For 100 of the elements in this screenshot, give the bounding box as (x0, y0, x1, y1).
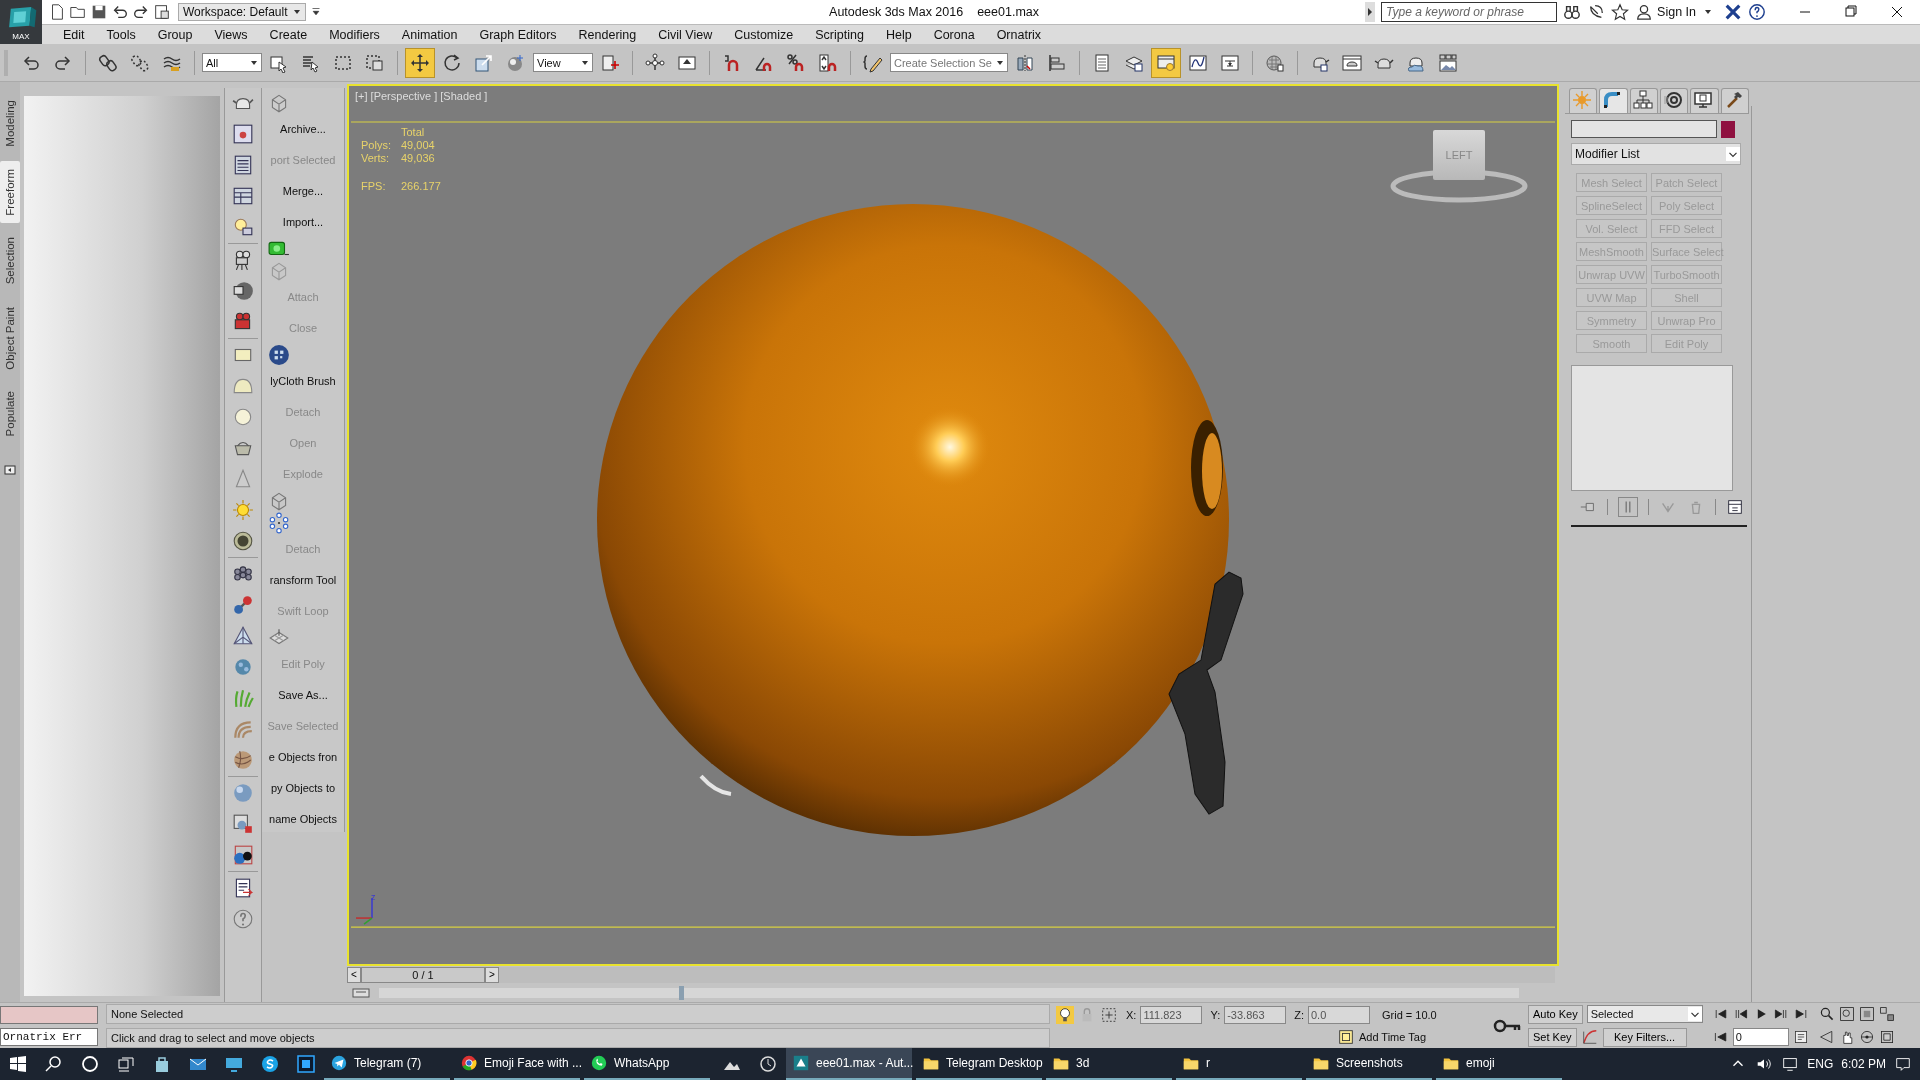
object-color-swatch[interactable] (1721, 120, 1735, 138)
notification-icon[interactable] (1894, 1055, 1912, 1073)
taskbar-app[interactable]: Telegram (7) (324, 1048, 450, 1080)
taskbar-app[interactable]: eee01.max - Aut... (786, 1048, 912, 1080)
chevron-icon[interactable] (1726, 147, 1740, 162)
list-panel-icon[interactable] (232, 154, 254, 177)
project-folder-icon[interactable] (153, 3, 171, 21)
hierarchy-icon[interactable] (1629, 88, 1658, 114)
toolbar-dropdown[interactable]: View (533, 53, 593, 73)
redo-icon[interactable] (132, 3, 150, 21)
ribbon-command[interactable]: name Objects (269, 804, 337, 836)
current-frame-field[interactable]: 0 (1732, 1028, 1789, 1047)
help-icon[interactable] (1748, 3, 1766, 21)
menu-item[interactable]: Modifiers (318, 27, 391, 42)
dot-ring-icon[interactable] (268, 512, 290, 535)
menu-item[interactable]: Customize (723, 27, 805, 42)
move-arrows-icon[interactable] (405, 47, 435, 78)
key-tangent-icon[interactable] (1580, 1028, 1599, 1047)
menu-item[interactable]: Tools (95, 27, 147, 42)
caret-icon[interactable] (996, 58, 1004, 67)
qr-badge-icon[interactable] (268, 344, 290, 367)
caret-icon[interactable] (1704, 8, 1712, 16)
track-bar[interactable] (379, 988, 1519, 999)
caret-icon[interactable] (581, 58, 589, 67)
target-icon[interactable] (1660, 88, 1689, 114)
save-icon[interactable] (90, 3, 108, 21)
menu-item[interactable]: Edit (52, 27, 96, 42)
menu-item[interactable]: Animation (390, 27, 469, 42)
taskbar-app[interactable]: r (1176, 1048, 1302, 1080)
time-slider[interactable]: < 0 / 1 > (347, 967, 1555, 984)
sign-in-button[interactable]: Sign In (1635, 3, 1718, 21)
taskbar-app[interactable]: Screenshots (1306, 1048, 1432, 1080)
menu-item[interactable]: Ornatrix (985, 27, 1053, 42)
orbit-icon[interactable] (1858, 1029, 1875, 1046)
ribbon-command[interactable]: py Objects to (270, 773, 336, 805)
workspace-dropdown[interactable]: Workspace: Default (178, 3, 306, 21)
isolate-bulb-icon[interactable] (1056, 1005, 1074, 1024)
search-field[interactable]: Type a keyword or phrase (1381, 2, 1558, 22)
menu-item[interactable]: Corona (922, 27, 986, 42)
yarn-ball-icon[interactable] (232, 749, 254, 772)
key-mode-dropdown[interactable]: Selected (1586, 1005, 1703, 1024)
render-window-icon[interactable] (232, 123, 254, 146)
app-logo[interactable]: MAX (0, 0, 42, 44)
person-icon[interactable] (1635, 3, 1654, 21)
window-bulb-icon[interactable] (1151, 47, 1181, 78)
menu-item[interactable]: Civil View (647, 27, 724, 42)
taskbar-app[interactable]: WhatsApp (584, 1048, 710, 1080)
key-filters-button[interactable]: Key Filters... (1602, 1027, 1687, 1047)
menu-item[interactable]: Rendering (567, 27, 648, 42)
absolute-mode-icon[interactable] (1100, 1005, 1118, 1024)
toolbar-dropdown[interactable]: All (202, 53, 262, 73)
undo-icon[interactable] (111, 3, 129, 21)
ribbon-command[interactable]: Merge... (282, 176, 324, 208)
object-name-field[interactable] (1571, 120, 1717, 139)
star-icon[interactable] (1611, 3, 1630, 21)
previous-frame-button[interactable]: < (347, 967, 361, 984)
taskbar-app[interactable]: Emoji Face with ... (454, 1048, 580, 1080)
zoom-extents-all-icon[interactable] (1878, 1006, 1895, 1023)
ribbon-command[interactable]: ransform Tool (269, 565, 337, 597)
ribbon-command[interactable]: Import... (282, 207, 324, 239)
zoom-all-icon[interactable] (1838, 1006, 1855, 1023)
caret-icon[interactable] (250, 58, 258, 67)
toolbar-dropdown[interactable]: Create Selection Se (890, 53, 1008, 73)
language-indicator[interactable]: ENG (1807, 1057, 1834, 1071)
taskbar-app[interactable]: 3d (1046, 1048, 1172, 1080)
next-frame-button[interactable]: > (485, 967, 499, 984)
camera-sphere-icon[interactable] (232, 280, 254, 303)
menu-item[interactable]: Help (874, 27, 923, 42)
spheres-frame-icon[interactable] (232, 844, 254, 867)
ribbon-tab[interactable]: Object Paint (0, 298, 20, 378)
menu-item[interactable]: Views (203, 27, 259, 42)
taskbar-app[interactable]: Telegram Desktop (916, 1048, 1042, 1080)
zoom-icon[interactable] (1818, 1006, 1835, 1023)
set-key-button[interactable]: Set Key (1528, 1027, 1577, 1047)
time-tag-icon[interactable] (1336, 1027, 1355, 1046)
auto-key-button[interactable]: Auto Key (1528, 1004, 1583, 1024)
chevron-icon[interactable] (1687, 1007, 1702, 1022)
modifier-list-dropdown[interactable]: Modifier List (1571, 143, 1741, 166)
ribbon-tab[interactable]: Freeform (0, 160, 20, 224)
ribbon-tab[interactable]: Modeling (0, 92, 20, 155)
maximize-viewport-icon[interactable] (1878, 1029, 1895, 1046)
ribbon-tab[interactable]: Populate (0, 383, 20, 445)
menu-item[interactable]: Group (146, 27, 204, 42)
ribbon-tab[interactable]: Selection (0, 229, 20, 293)
field-of-view-icon[interactable] (1818, 1029, 1835, 1046)
caret-icon[interactable] (293, 8, 301, 16)
monitor-icon[interactable] (1690, 88, 1719, 114)
z-coordinate-field[interactable]: 0.0 (1308, 1005, 1370, 1024)
script-listener-field[interactable]: Ornatrix Err (0, 1027, 98, 1046)
menu-item[interactable]: Scripting (804, 27, 875, 42)
menu-item[interactable]: Create (258, 27, 319, 42)
ribbon-command[interactable]: e Objects fron (268, 742, 338, 774)
hammer-icon[interactable] (1720, 88, 1749, 114)
add-time-tag-button[interactable]: Add Time Tag (1358, 1030, 1426, 1043)
y-coordinate-field[interactable]: -33.863 (1224, 1005, 1287, 1024)
exchange-x-icon[interactable] (1724, 3, 1742, 21)
ring-icon[interactable] (232, 530, 254, 553)
track-bar-icon[interactable] (351, 987, 371, 1000)
taskbar-app[interactable]: emoji (1436, 1048, 1562, 1080)
viewport-sphere-icon[interactable] (232, 813, 254, 836)
